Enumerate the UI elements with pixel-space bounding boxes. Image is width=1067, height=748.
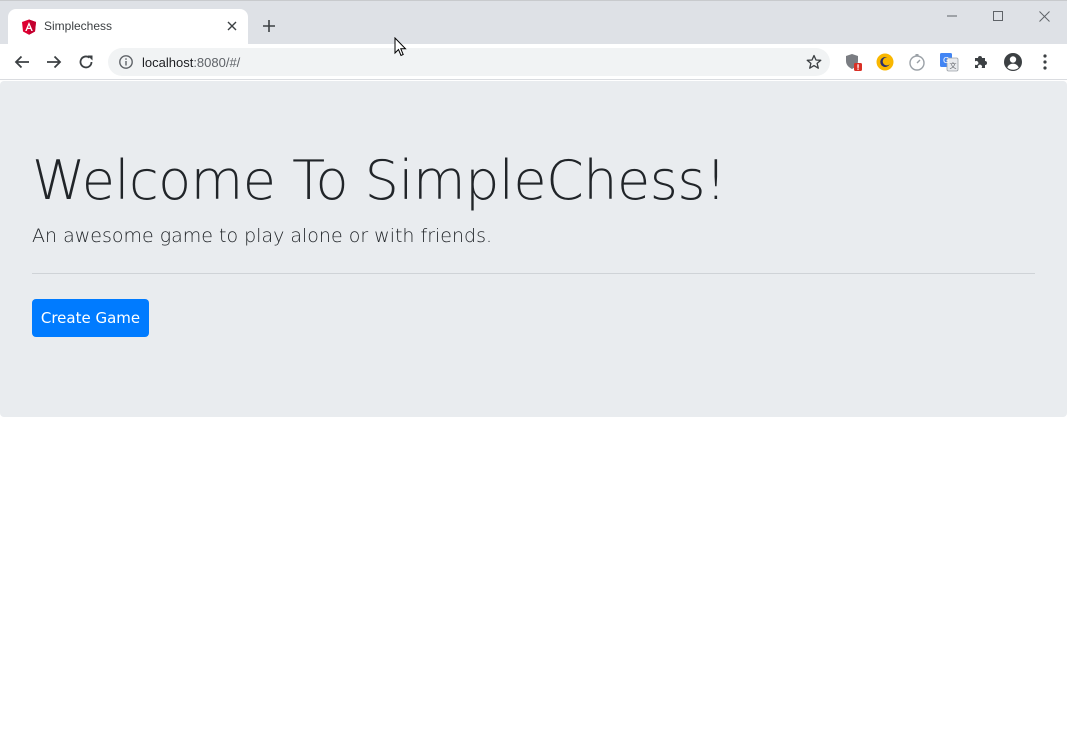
night-mode-icon[interactable]	[875, 52, 895, 72]
address-bar[interactable]: localhost:8080/#/	[108, 48, 830, 76]
translate-icon[interactable]: G文	[939, 52, 959, 72]
bookmark-star-icon[interactable]	[806, 54, 822, 70]
page-viewport: Welcome To SimpleChess! An awesome game …	[0, 81, 1067, 748]
puzzle-icon[interactable]	[971, 52, 991, 72]
back-arrow-icon[interactable]	[10, 50, 34, 74]
window-controls	[929, 1, 1067, 31]
svg-text:文: 文	[950, 61, 957, 70]
create-game-button[interactable]: Create Game	[32, 299, 149, 337]
close-window-icon[interactable]	[1021, 1, 1067, 31]
minimize-icon[interactable]	[929, 1, 975, 31]
menu-kebab-icon[interactable]	[1035, 52, 1055, 72]
profile-icon[interactable]	[1003, 52, 1023, 72]
forward-arrow-icon[interactable]	[42, 50, 66, 74]
jumbotron: Welcome To SimpleChess! An awesome game …	[0, 81, 1067, 417]
tab-simplechess[interactable]: Simplechess	[8, 9, 248, 44]
maximize-icon[interactable]	[975, 1, 1021, 31]
divider	[32, 273, 1035, 274]
close-tab-icon[interactable]	[224, 18, 240, 34]
tab-strip: Simplechess	[0, 1, 1067, 44]
page-title: Welcome To SimpleChess!	[32, 149, 727, 212]
svg-text:G: G	[943, 56, 949, 65]
angular-icon	[21, 19, 37, 35]
mouse-cursor-icon	[394, 36, 408, 57]
lead-text: An awesome game to play alone or with fr…	[32, 225, 493, 247]
new-tab-plus-icon[interactable]	[259, 16, 279, 36]
site-info-icon[interactable]	[118, 54, 134, 70]
reload-icon[interactable]	[74, 50, 98, 74]
url-text: localhost:8080/#/	[142, 55, 241, 70]
timer-icon[interactable]	[907, 52, 927, 72]
tab-title: Simplechess	[44, 19, 113, 33]
browser-window: Simplechess localhost:8080/#/ G 文 Welcom…	[0, 0, 1067, 748]
browser-toolbar: localhost:8080/#/ G文	[0, 44, 1067, 80]
shield-alert-icon[interactable]	[843, 52, 863, 72]
